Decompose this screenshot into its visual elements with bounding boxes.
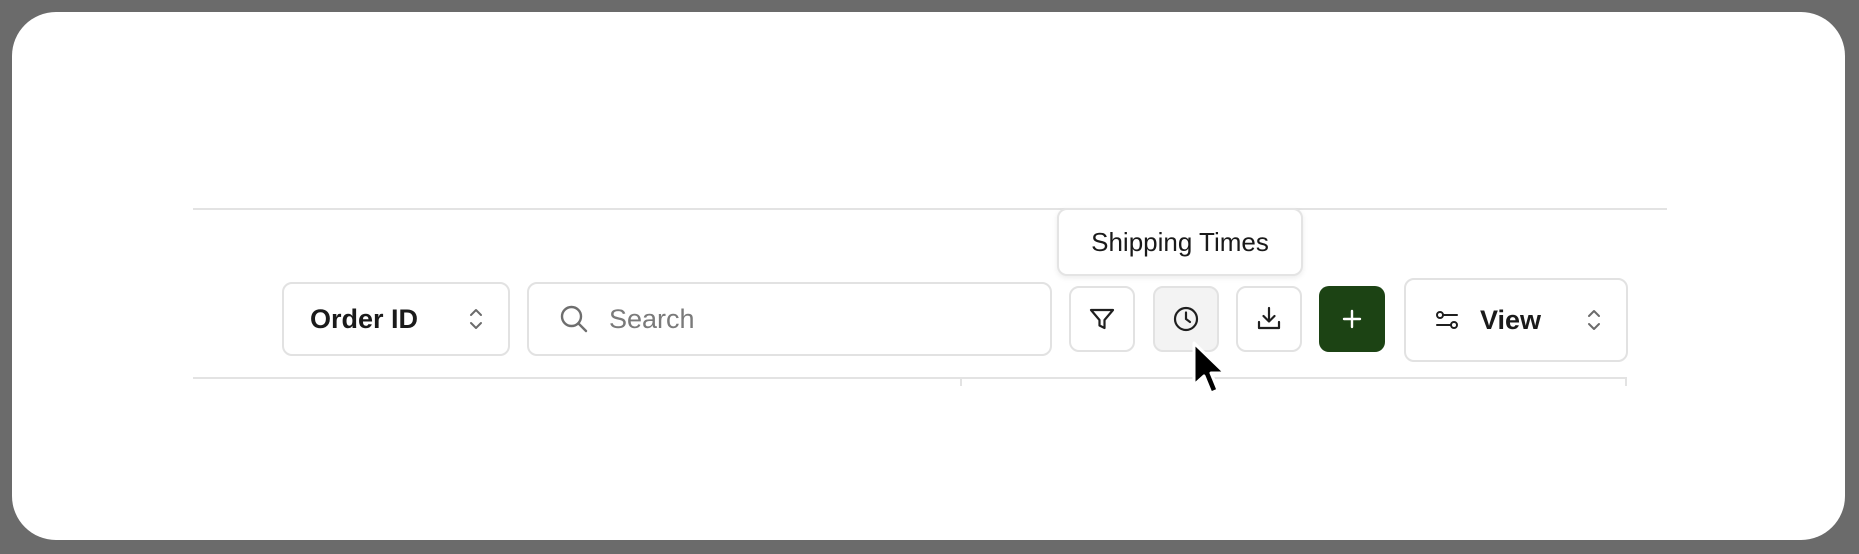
view-select-label: View bbox=[1480, 304, 1542, 335]
download-icon bbox=[1255, 305, 1283, 333]
divider-top bbox=[193, 208, 1667, 210]
search-input[interactable]: Search bbox=[609, 304, 695, 335]
filter-button[interactable] bbox=[1069, 286, 1135, 352]
sliders-icon bbox=[1434, 307, 1460, 333]
chevron-up-down-icon bbox=[1586, 307, 1602, 333]
plus-icon bbox=[1339, 306, 1365, 332]
mouse-pointer-icon bbox=[1191, 341, 1231, 401]
download-button[interactable] bbox=[1236, 286, 1302, 352]
order-id-select-label: Order ID bbox=[310, 303, 419, 334]
shipping-times-tooltip: Shipping Times bbox=[1057, 208, 1303, 276]
order-id-select[interactable]: Order ID bbox=[282, 282, 510, 356]
clock-icon bbox=[1172, 305, 1200, 333]
divider-bottom bbox=[193, 377, 1627, 379]
add-button[interactable] bbox=[1319, 286, 1385, 352]
search-icon bbox=[559, 304, 589, 334]
search-field[interactable]: Search bbox=[527, 282, 1052, 356]
filter-icon bbox=[1088, 305, 1116, 333]
column-divider-tick bbox=[960, 378, 962, 386]
chevron-up-down-icon bbox=[468, 306, 484, 332]
view-select[interactable]: View bbox=[1404, 278, 1628, 362]
app-frame: Order ID Search View Shipping Times bbox=[12, 12, 1845, 540]
column-divider-tick bbox=[1625, 378, 1627, 386]
